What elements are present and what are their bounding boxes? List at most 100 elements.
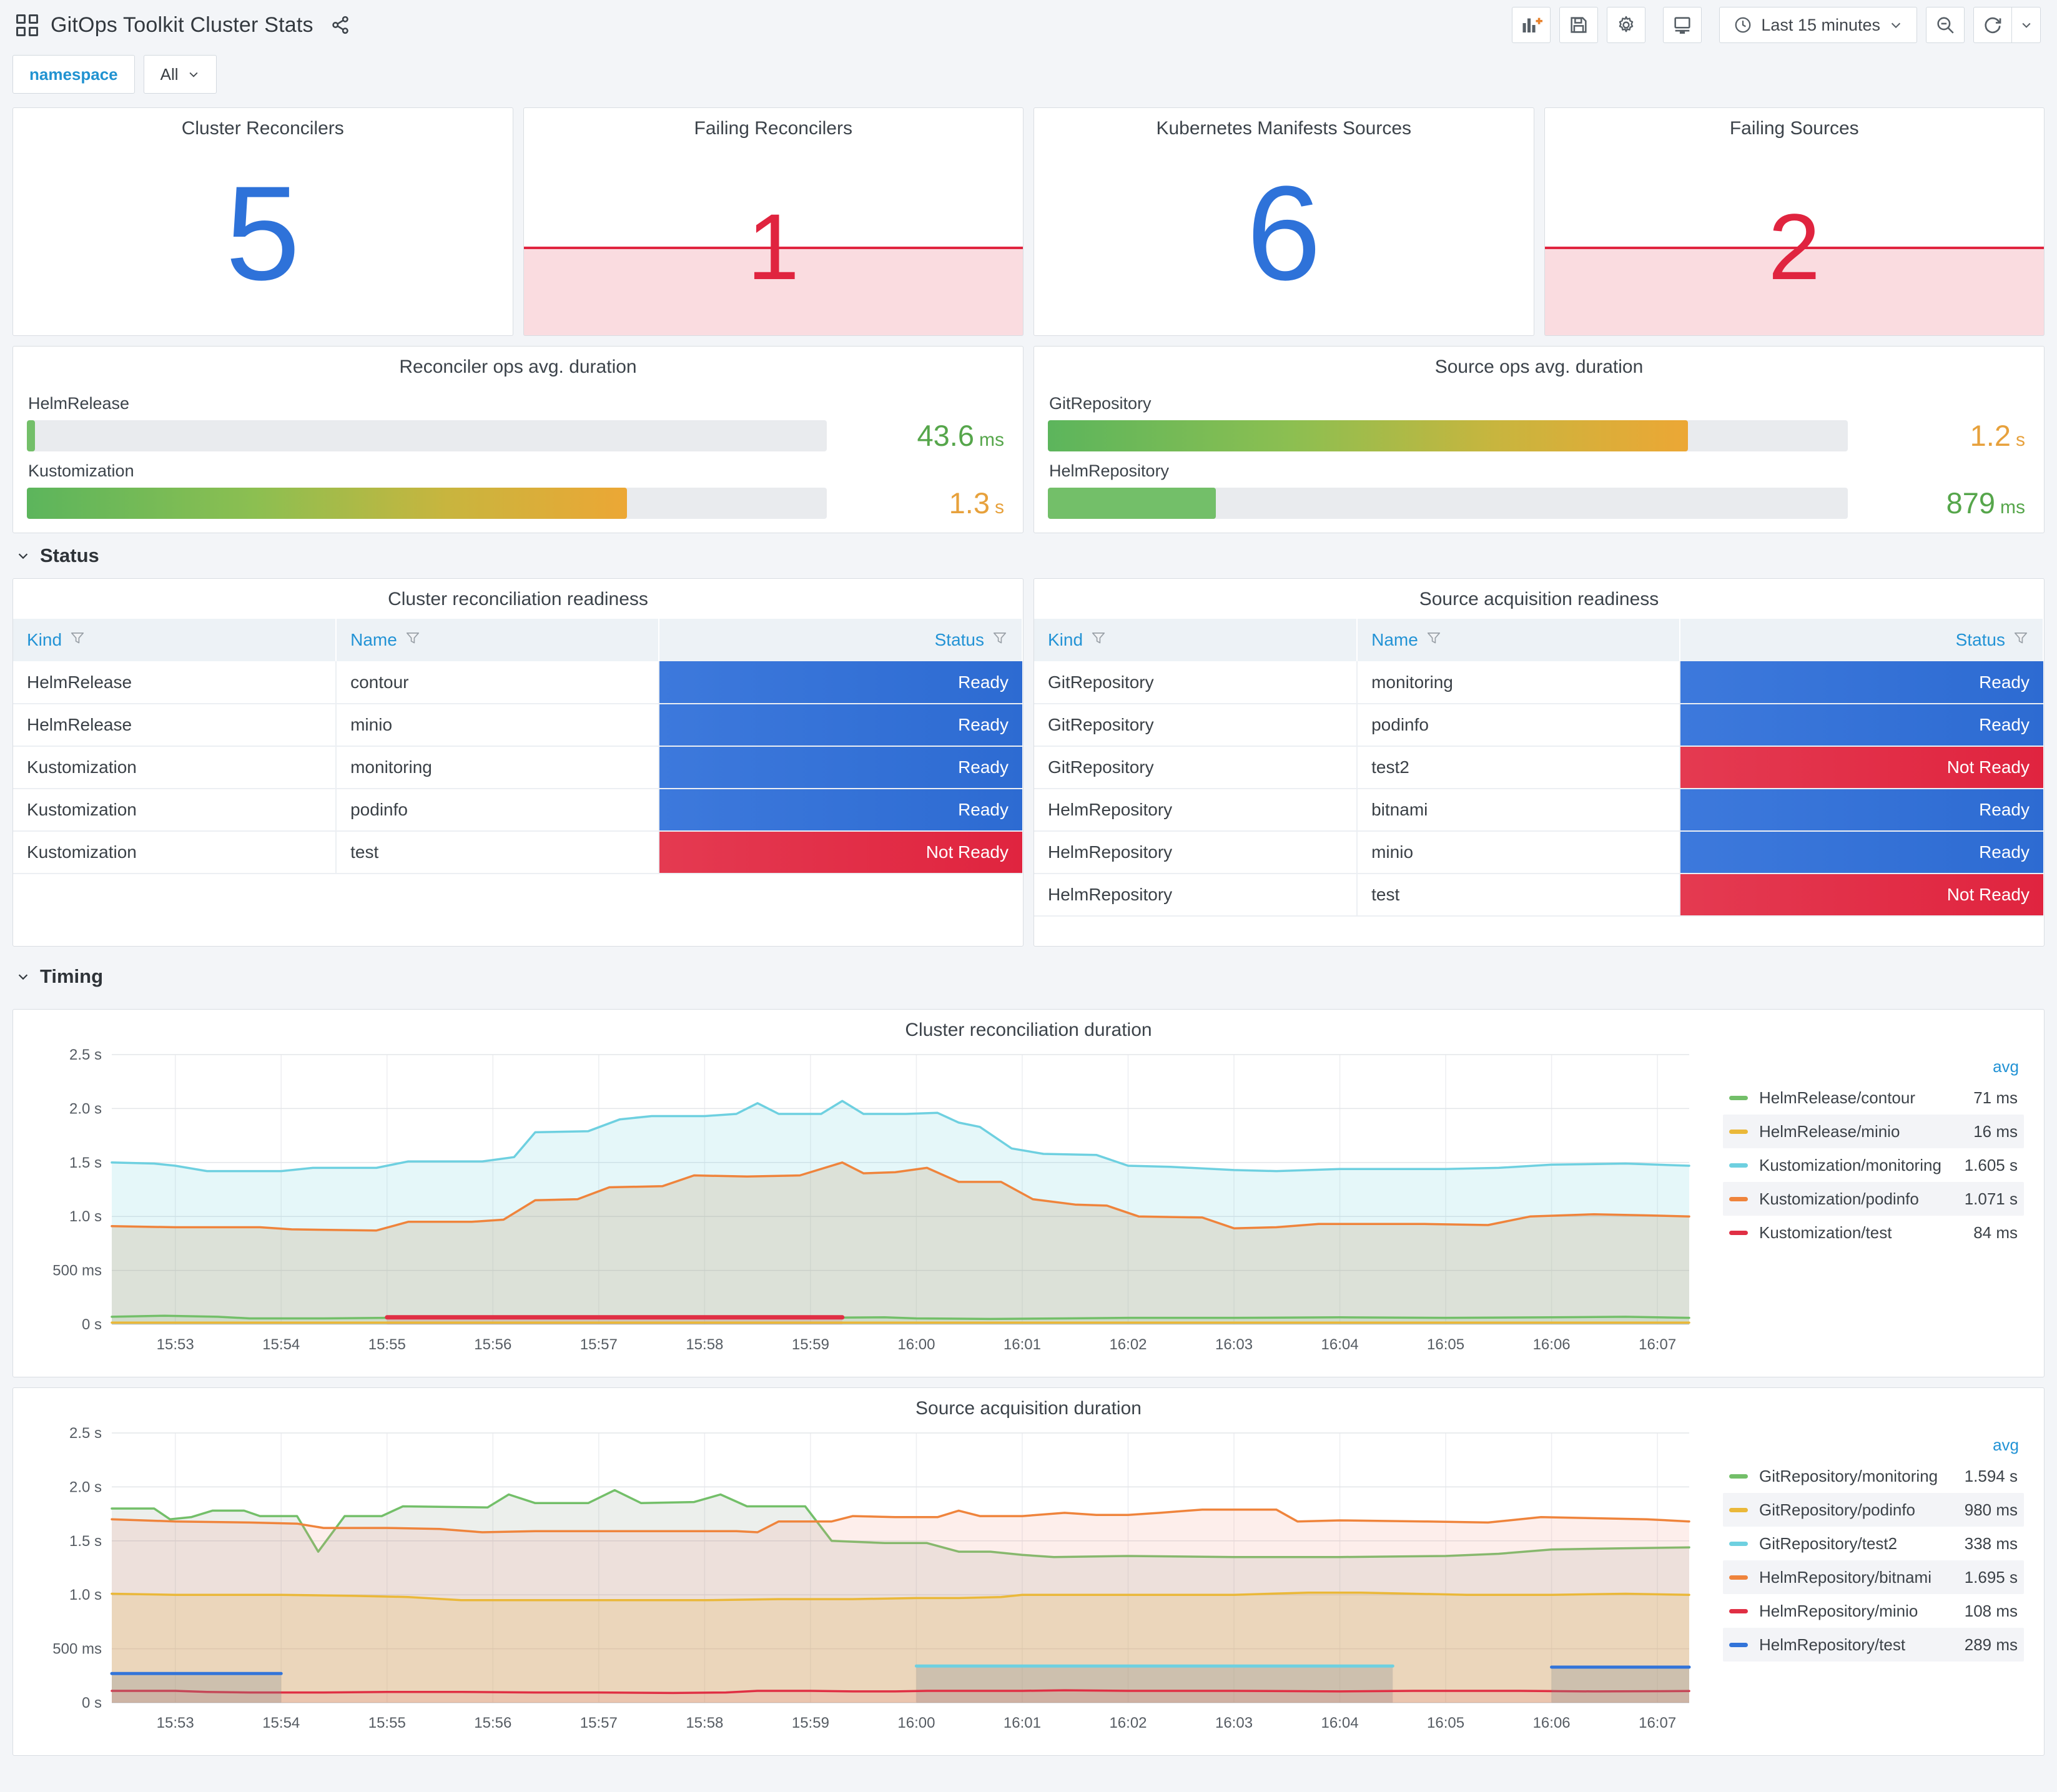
status-badge: Ready bbox=[1680, 661, 2043, 703]
legend-item[interactable]: GitRepository/test2 338 ms bbox=[1723, 1527, 2024, 1560]
legend-item[interactable]: GitRepository/podinfo 980 ms bbox=[1723, 1493, 2024, 1527]
save-dashboard-button[interactable] bbox=[1559, 7, 1599, 43]
filter-funnel-icon[interactable] bbox=[1426, 630, 1442, 651]
svg-text:16:06: 16:06 bbox=[1533, 1715, 1571, 1731]
column-header-name[interactable]: Name bbox=[1357, 619, 1681, 661]
legend-series-name[interactable]: Kustomization/monitoring bbox=[1759, 1156, 1965, 1175]
gauge-value-unit: ms bbox=[979, 430, 1004, 450]
column-header-name[interactable]: Name bbox=[336, 619, 660, 661]
refresh-button[interactable] bbox=[1973, 7, 2012, 43]
cell-kind: Kustomization bbox=[13, 746, 337, 789]
timing-charts: Cluster reconciliation duration 15:53 15:5… bbox=[12, 1009, 2045, 1756]
filter-funnel-icon[interactable] bbox=[1090, 630, 1107, 651]
cell-name: minio bbox=[1357, 831, 1681, 874]
column-header-kind[interactable]: Kind bbox=[1034, 619, 1358, 661]
legend-series-name[interactable]: GitRepository/monitoring bbox=[1759, 1467, 1965, 1486]
column-header-status[interactable]: Status bbox=[1680, 619, 2044, 661]
refresh-interval-dropdown[interactable] bbox=[2012, 7, 2041, 43]
toolbar: Last 15 minutes bbox=[1512, 7, 2041, 43]
gauge-track bbox=[1048, 420, 1848, 451]
cell-kind: GitRepository bbox=[1034, 746, 1358, 789]
legend-series-name[interactable]: Kustomization/podinfo bbox=[1759, 1189, 1965, 1209]
status-section-toggle[interactable]: Status bbox=[12, 533, 2045, 578]
gauge-track bbox=[27, 487, 827, 519]
column-header-label: Kind bbox=[27, 630, 62, 649]
gauge-value-unit: s bbox=[2016, 430, 2025, 450]
legend-avg-header[interactable]: avg bbox=[1723, 1435, 2024, 1459]
gauge-value-number: 43.6 bbox=[917, 419, 974, 452]
timing-section-title: Timing bbox=[40, 965, 104, 987]
add-panel-button[interactable] bbox=[1512, 7, 1551, 43]
refresh-group bbox=[1973, 7, 2041, 43]
clock-icon bbox=[1735, 17, 1751, 33]
legend-series-name[interactable]: Kustomization/test bbox=[1759, 1223, 1973, 1243]
legend-series-name[interactable]: GitRepository/podinfo bbox=[1759, 1500, 1965, 1520]
legend-item[interactable]: Kustomization/monitoring 1.605 s bbox=[1723, 1148, 2024, 1182]
page-title: GitOps Toolkit Cluster Stats bbox=[51, 12, 313, 37]
chart-title: Source acquisition duration bbox=[915, 1398, 1142, 1419]
time-range-picker[interactable]: Last 15 minutes bbox=[1719, 7, 1917, 43]
legend-item[interactable]: HelmRepository/bitnami 1.695 s bbox=[1723, 1560, 2024, 1594]
namespace-variable-select[interactable]: All bbox=[143, 55, 217, 94]
timing-section-toggle[interactable]: Timing bbox=[12, 954, 2045, 999]
dashboard-settings-button[interactable] bbox=[1607, 7, 1646, 43]
cell-status: Not Ready bbox=[1680, 746, 2043, 789]
chart-panel-0: Cluster reconciliation duration 15:53 15:5… bbox=[12, 1009, 2045, 1377]
legend-series-name[interactable]: HelmRelease/contour bbox=[1759, 1088, 1973, 1108]
column-header-kind[interactable]: Kind bbox=[13, 619, 337, 661]
cycle-view-mode-button[interactable] bbox=[1663, 7, 1702, 43]
legend-item[interactable]: Kustomization/test 84 ms bbox=[1723, 1216, 2024, 1249]
legend-avg-header[interactable]: avg bbox=[1723, 1057, 2024, 1081]
gauge-value: 1.3 s bbox=[848, 486, 1004, 520]
table-row: GitRepository test2 Not Ready bbox=[1034, 746, 2043, 789]
legend-series-name[interactable]: HelmRelease/minio bbox=[1759, 1122, 1973, 1141]
stat-panel-2: Kubernetes Manifests Sources 6 bbox=[1033, 107, 1534, 336]
legend-series-avg: 84 ms bbox=[1973, 1223, 2018, 1242]
gauge-fill bbox=[27, 420, 35, 451]
series-color-dash bbox=[1729, 1230, 1748, 1235]
chart-legend: avg GitRepository/monitoring 1.594 s GitRep… bbox=[1720, 1423, 2040, 1754]
share-icon[interactable] bbox=[330, 14, 351, 36]
legend-series-name[interactable]: GitRepository/test2 bbox=[1759, 1534, 1965, 1553]
chart-plot-area[interactable]: 15:53 15:54 15:55 15:56 15:57 15:58 15:59 16:00… bbox=[17, 1423, 1720, 1754]
column-header-status[interactable]: Status bbox=[659, 619, 1023, 661]
status-section-title: Status bbox=[40, 544, 99, 566]
filter-funnel-icon[interactable] bbox=[992, 630, 1008, 651]
svg-text:15:56: 15:56 bbox=[474, 1336, 511, 1353]
svg-text:16:07: 16:07 bbox=[1639, 1336, 1676, 1353]
legend-series-name[interactable]: HelmRepository/bitnami bbox=[1759, 1568, 1965, 1587]
chevron-down-icon bbox=[16, 970, 30, 983]
legend-item[interactable]: HelmRelease/minio 16 ms bbox=[1723, 1115, 2024, 1148]
filter-funnel-icon[interactable] bbox=[69, 630, 86, 651]
legend-series-name[interactable]: HelmRepository/minio bbox=[1759, 1602, 1965, 1621]
svg-text:1.5 s: 1.5 s bbox=[69, 1533, 102, 1550]
filter-funnel-icon[interactable] bbox=[2013, 630, 2029, 651]
legend-item[interactable]: GitRepository/monitoring 1.594 s bbox=[1723, 1459, 2024, 1493]
column-header-label: Name bbox=[350, 630, 397, 649]
stat-panel-title: Cluster Reconcilers bbox=[181, 118, 344, 139]
gauge-track bbox=[27, 420, 827, 451]
status-table-panel-0: Cluster reconciliation readiness Kind Name… bbox=[12, 578, 1024, 947]
legend-series-name[interactable]: HelmRepository/test bbox=[1759, 1635, 1965, 1655]
namespace-variable-label[interactable]: namespace bbox=[12, 55, 135, 94]
zoom-out-button[interactable] bbox=[1926, 7, 1965, 43]
svg-text:15:59: 15:59 bbox=[792, 1715, 829, 1731]
stat-value: 2 bbox=[1768, 194, 1820, 300]
gauge-label: Kustomization bbox=[28, 461, 134, 480]
cell-kind: HelmRepository bbox=[1034, 789, 1358, 832]
legend-series-avg: 980 ms bbox=[1964, 1500, 2018, 1519]
dashboards-grid-icon[interactable] bbox=[16, 14, 38, 36]
filter-funnel-icon[interactable] bbox=[405, 630, 421, 651]
legend-item[interactable]: HelmRelease/contour 71 ms bbox=[1723, 1081, 2024, 1115]
chart-plot-area[interactable]: 15:53 15:54 15:55 15:56 15:57 15:58 15:59 16:00… bbox=[17, 1045, 1720, 1376]
svg-text:16:03: 16:03 bbox=[1215, 1336, 1253, 1353]
svg-text:16:02: 16:02 bbox=[1109, 1336, 1147, 1353]
table-row: GitRepository podinfo Ready bbox=[1034, 704, 2043, 747]
readiness-table: Kind Name Status GitRepository monitoring Rea… bbox=[1034, 619, 2044, 917]
legend-item[interactable]: HelmRepository/test 289 ms bbox=[1723, 1628, 2024, 1662]
legend-item[interactable]: Kustomization/podinfo 1.071 s bbox=[1723, 1182, 2024, 1216]
svg-text:16:00: 16:00 bbox=[897, 1336, 935, 1353]
svg-text:16:05: 16:05 bbox=[1427, 1336, 1464, 1353]
legend-item[interactable]: HelmRepository/minio 108 ms bbox=[1723, 1594, 2024, 1628]
svg-text:0 s: 0 s bbox=[82, 1695, 102, 1711]
